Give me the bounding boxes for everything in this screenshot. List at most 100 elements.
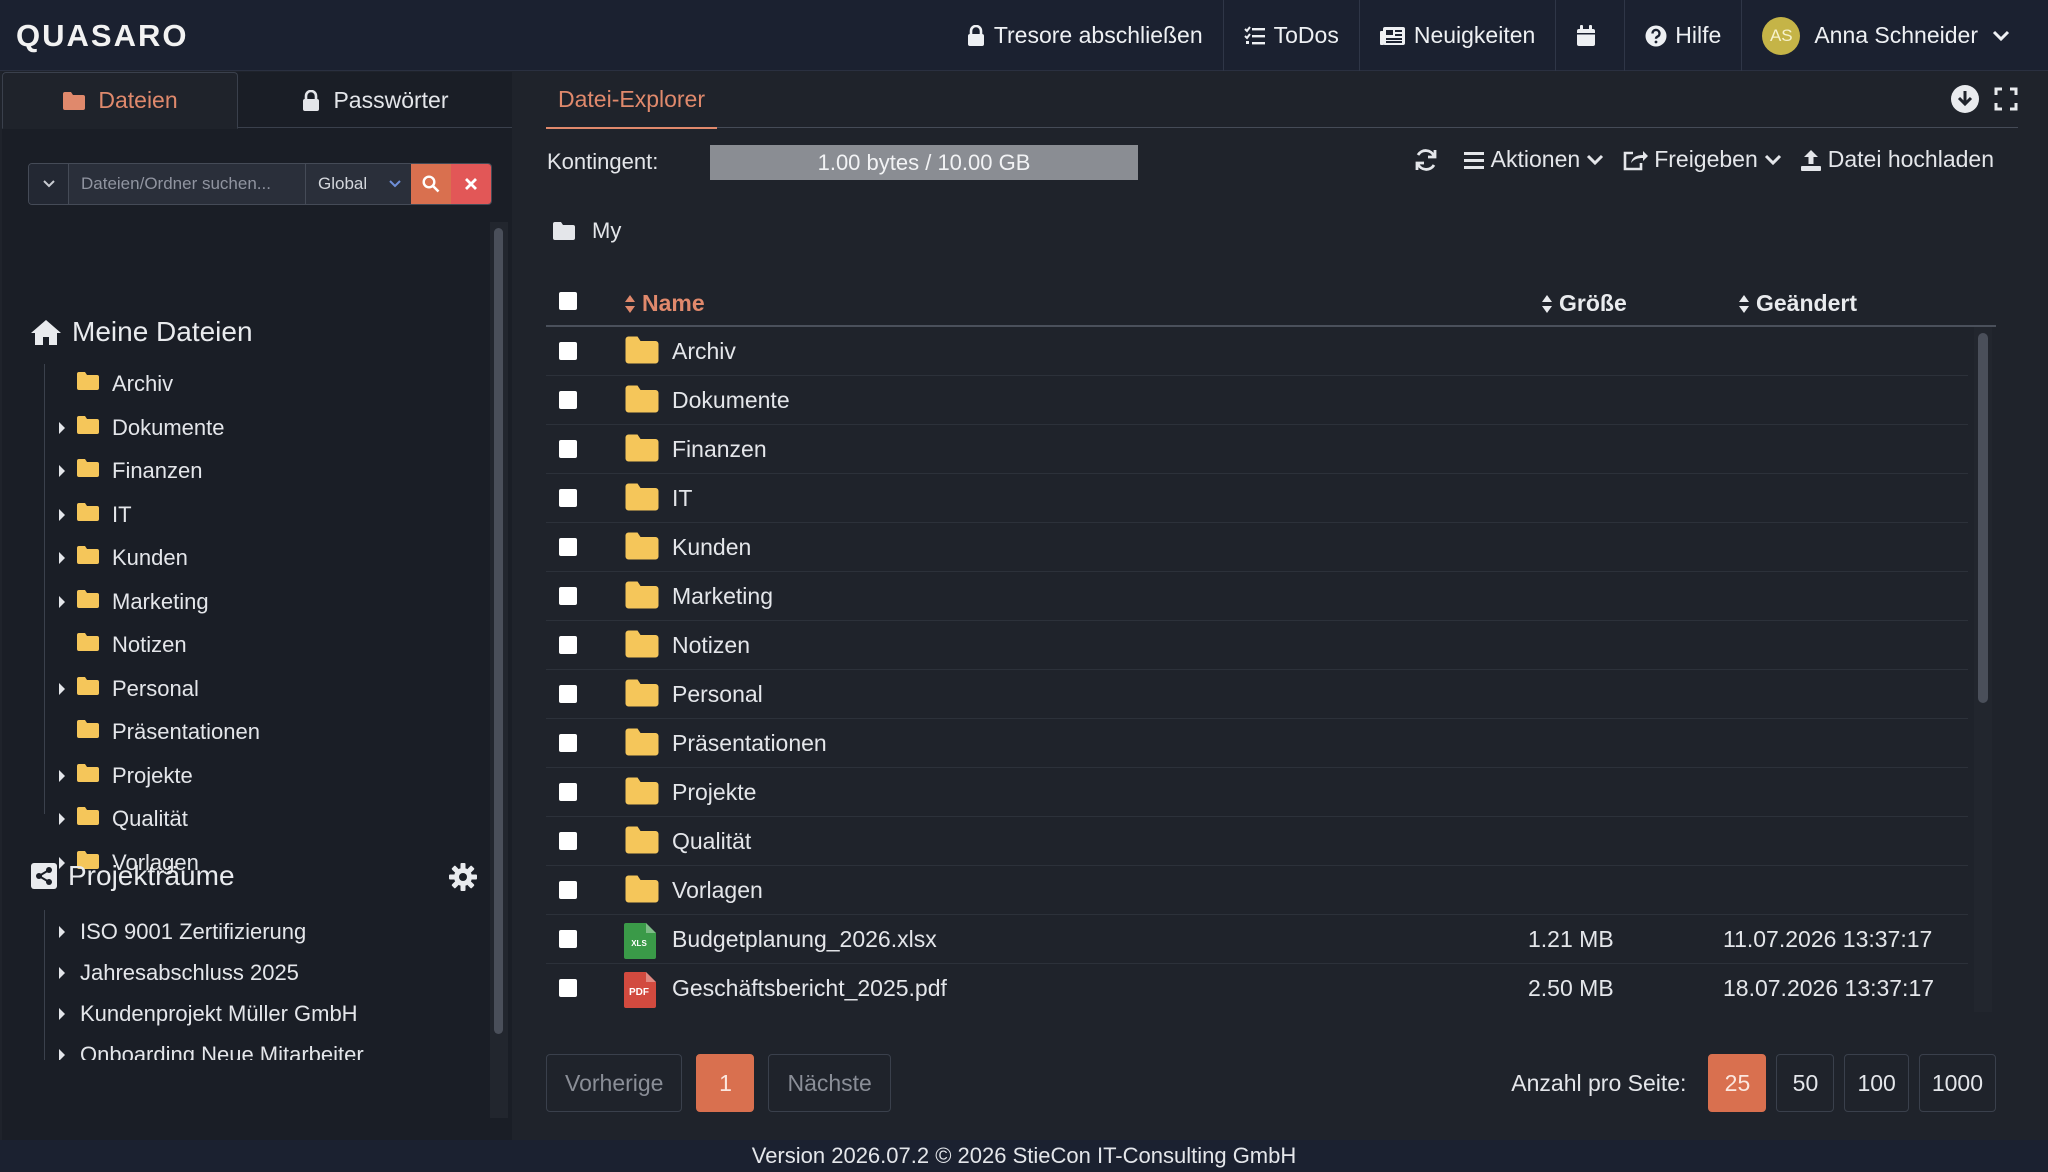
scrollbar-thumb[interactable] — [1978, 333, 1988, 703]
file-name[interactable]: Marketing — [672, 583, 773, 610]
tree-item[interactable]: Marketing — [58, 582, 209, 622]
tree-caret[interactable] — [58, 595, 76, 609]
tree-caret[interactable] — [58, 1001, 80, 1027]
tree-caret[interactable] — [58, 960, 80, 986]
file-name[interactable]: Dokumente — [672, 387, 790, 414]
row-checkbox[interactable] — [559, 734, 577, 752]
table-scrollbar[interactable] — [1974, 327, 1992, 1012]
tab-file-explorer[interactable]: Datei-Explorer — [546, 72, 717, 129]
refresh-button[interactable] — [1413, 147, 1445, 173]
table-row[interactable]: Archiv — [546, 327, 1968, 376]
tab-passwords[interactable]: Passwörter — [240, 72, 510, 129]
left-scrollbar[interactable] — [490, 222, 508, 1118]
table-row[interactable]: Präsentationen — [546, 719, 1968, 768]
tree-item[interactable]: Kunden — [58, 538, 188, 578]
per-page-option[interactable]: 25 — [1708, 1054, 1767, 1112]
per-page-option[interactable]: 1000 — [1918, 1054, 1996, 1112]
next-page-button[interactable]: Nächste — [768, 1054, 891, 1112]
share-dropdown[interactable]: Freigeben — [1622, 146, 1782, 173]
column-header-modified[interactable]: Geändert — [1738, 290, 1857, 317]
calendar-button[interactable] — [1556, 0, 1626, 71]
tree-item[interactable]: Projekte — [58, 756, 193, 796]
file-name[interactable]: Notizen — [672, 632, 750, 659]
row-checkbox[interactable] — [559, 636, 577, 654]
actions-dropdown[interactable]: Aktionen — [1463, 146, 1605, 173]
table-row[interactable]: Dokumente — [546, 376, 1968, 425]
file-name[interactable]: Archiv — [672, 338, 736, 365]
row-checkbox[interactable] — [559, 930, 577, 948]
file-name[interactable]: Kunden — [672, 534, 751, 561]
file-name[interactable]: Vorlagen — [672, 877, 763, 904]
tab-files[interactable]: Dateien — [2, 72, 238, 129]
search-button[interactable] — [411, 164, 451, 204]
row-checkbox[interactable] — [559, 832, 577, 850]
tree-caret[interactable] — [58, 421, 76, 435]
table-row[interactable]: Projekte — [546, 768, 1968, 817]
row-checkbox[interactable] — [559, 587, 577, 605]
tree-caret[interactable] — [58, 682, 76, 696]
table-row[interactable]: Marketing — [546, 572, 1968, 621]
per-page-option[interactable]: 100 — [1844, 1054, 1909, 1112]
file-name[interactable]: Qualität — [672, 828, 751, 855]
row-checkbox[interactable] — [559, 881, 577, 899]
search-input[interactable] — [69, 164, 305, 204]
row-checkbox[interactable] — [559, 489, 577, 507]
file-name[interactable]: IT — [672, 485, 692, 512]
project-room-item[interactable]: Kundenprojekt Müller GmbH — [58, 995, 358, 1033]
file-name[interactable]: Projekte — [672, 779, 756, 806]
scrollbar-thumb[interactable] — [494, 228, 503, 1034]
row-checkbox[interactable] — [559, 538, 577, 556]
tree-item[interactable]: Archiv — [58, 364, 173, 404]
project-rooms-heading[interactable]: Projekträume — [30, 860, 235, 892]
tree-item[interactable]: Finanzen — [58, 451, 203, 491]
row-checkbox[interactable] — [559, 440, 577, 458]
table-row[interactable]: Vorlagen — [546, 866, 1968, 915]
per-page-option[interactable]: 50 — [1776, 1054, 1835, 1112]
column-header-name[interactable]: Name — [624, 290, 705, 317]
quasaro-logo[interactable]: QUASARO — [16, 14, 188, 58]
project-room-item[interactable]: ISO 9001 Zertifizierung — [58, 913, 306, 951]
table-row[interactable]: Notizen — [546, 621, 1968, 670]
upload-file-button[interactable]: Datei hochladen — [1800, 146, 1994, 173]
project-room-item[interactable]: Onboarding Neue Mitarbeiter — [58, 1036, 364, 1060]
tree-caret[interactable] — [58, 812, 76, 826]
row-checkbox[interactable] — [559, 342, 577, 360]
tree-caret[interactable] — [58, 508, 76, 522]
file-name[interactable]: Personal — [672, 681, 763, 708]
project-room-item[interactable]: Jahresabschluss 2025 — [58, 954, 299, 992]
table-row[interactable]: XLS Budgetplanung_2026.xlsx 1.21 MB 11.0… — [546, 915, 1968, 964]
table-row[interactable]: Kunden — [546, 523, 1968, 572]
help-button[interactable]: Hilfe — [1625, 0, 1743, 71]
file-name[interactable]: Finanzen — [672, 436, 767, 463]
tree-caret[interactable] — [58, 769, 76, 783]
tree-item[interactable]: Qualität — [58, 799, 188, 839]
column-header-size[interactable]: Größe — [1541, 290, 1627, 317]
row-checkbox[interactable] — [559, 391, 577, 409]
clear-search-button[interactable] — [451, 164, 491, 204]
tree-item[interactable]: Präsentationen — [58, 712, 260, 752]
table-row[interactable]: Qualität — [546, 817, 1968, 866]
user-menu[interactable]: AS Anna Schneider — [1742, 0, 2030, 71]
tree-item[interactable]: Notizen — [58, 625, 187, 665]
tree-caret[interactable] — [58, 551, 76, 565]
news-button[interactable]: Neuigkeiten — [1360, 0, 1557, 71]
file-name[interactable]: Präsentationen — [672, 730, 827, 757]
fullscreen-icon[interactable] — [1994, 87, 2018, 111]
table-row[interactable]: IT — [546, 474, 1968, 523]
my-files-heading[interactable]: Meine Dateien — [30, 316, 253, 348]
row-checkbox[interactable] — [559, 783, 577, 801]
tree-item[interactable]: Dokumente — [58, 408, 225, 448]
tree-item[interactable]: IT — [58, 495, 132, 535]
table-row[interactable]: Personal — [546, 670, 1968, 719]
file-name[interactable]: Geschäftsbericht_2025.pdf — [672, 975, 947, 1002]
gear-icon[interactable] — [448, 862, 478, 892]
row-checkbox[interactable] — [559, 979, 577, 997]
row-checkbox[interactable] — [559, 685, 577, 703]
tree-item[interactable]: Personal — [58, 669, 199, 709]
tree-caret[interactable] — [58, 1042, 80, 1060]
select-all-checkbox[interactable] — [559, 292, 577, 310]
todos-button[interactable]: ToDos — [1224, 0, 1360, 71]
tree-caret[interactable] — [58, 919, 80, 945]
table-row[interactable]: Finanzen — [546, 425, 1968, 474]
tree-caret[interactable] — [58, 464, 76, 478]
